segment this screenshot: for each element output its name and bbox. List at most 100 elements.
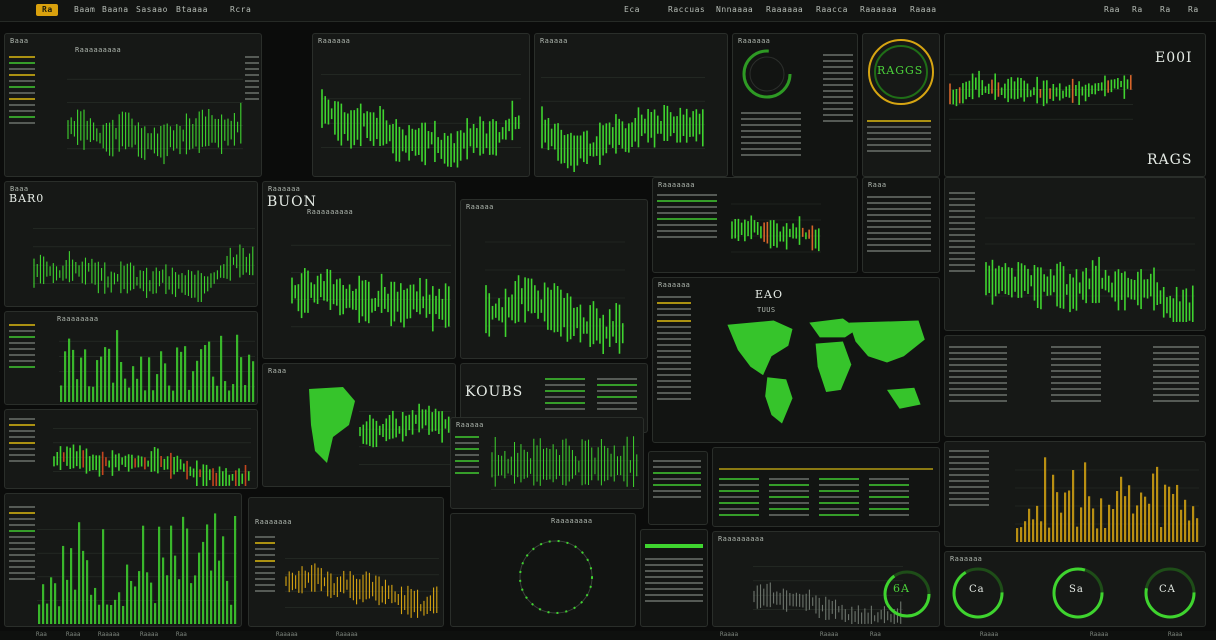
panel-title: Raaaaaaaa [57, 315, 99, 323]
panel-radial[interactable]: RAGGS [862, 33, 940, 177]
menu-item-2[interactable]: Baana [102, 5, 129, 14]
bar-mark [102, 529, 105, 624]
table-column-3 [819, 474, 859, 520]
bar-mark [96, 360, 99, 402]
bar-mark [1196, 518, 1199, 542]
bar-mark [228, 390, 231, 402]
panel-ticker-9[interactable] [944, 177, 1206, 331]
panel-gauges[interactable]: Raaaaaa Ca Sa CA [944, 551, 1206, 627]
status-item: Raaa [66, 631, 81, 638]
panel-ticker-1[interactable]: Baaa Raaaaaaaaa [4, 33, 262, 177]
menu-item-1[interactable]: Baam [74, 5, 95, 14]
menu-item-5[interactable]: Rcra [230, 5, 251, 14]
bar-mark [104, 347, 107, 402]
bar-mark [1032, 519, 1035, 542]
panel-ticker-7[interactable]: Raaaaa [460, 199, 648, 359]
panel-volume-4[interactable] [4, 493, 242, 627]
bar-mark [110, 605, 113, 624]
toolbar-btn-1[interactable]: Raa [1104, 5, 1120, 14]
toolbar-item-1[interactable]: Eca [624, 5, 640, 14]
status-item: Raaaa [980, 631, 999, 638]
menu-item-4[interactable]: Btaaaa [176, 5, 208, 14]
table-column-1 [949, 342, 1007, 406]
panel-ticker-4[interactable]: E00I RAGS [944, 33, 1206, 177]
bar-mark [124, 378, 127, 402]
panel-table[interactable] [944, 335, 1206, 437]
bar-mark [1040, 521, 1043, 542]
toolbar-item-2[interactable]: Raccuas [668, 5, 705, 14]
stats-list-right [823, 50, 853, 126]
bar-mark [60, 385, 63, 402]
progress-bar [645, 544, 703, 548]
panel-table-2[interactable] [712, 447, 940, 527]
bar-mark [180, 351, 183, 402]
bar-mark [198, 552, 201, 624]
panel-ticker-13[interactable]: Raaaaaaa [248, 497, 444, 627]
panel-ticker-3[interactable]: Raaaaa [534, 33, 728, 177]
panel-world-map[interactable]: Raaaaaa EAO TUUS [652, 277, 940, 443]
world-map [727, 318, 925, 424]
bar-mark [62, 545, 65, 624]
bar-mark [204, 345, 207, 402]
toolbar-btn-4[interactable]: Ra [1188, 5, 1199, 14]
panel-list-3[interactable] [640, 529, 708, 627]
panel-ticker-6[interactable]: Raaaaaa BUON Raaaaaaaaa [262, 181, 456, 359]
toolbar-item-5[interactable]: Raacca [816, 5, 848, 14]
bar-mark [136, 378, 139, 402]
bar-mark [236, 334, 239, 402]
dotted-ring-chart [519, 540, 593, 614]
toolbar-btn-2[interactable]: Ra [1132, 5, 1143, 14]
top-toolbar: Ra Baam Baana Sasaao Btaaaa Rcra Eca Rac… [0, 0, 1216, 22]
panel-title: Raaaaaaa [658, 181, 695, 189]
bar-mark [1048, 527, 1051, 542]
bar-mark [130, 580, 133, 624]
bar-mark [1128, 485, 1131, 542]
status-item: Raaaa [720, 631, 739, 638]
toolbar-item-4[interactable]: Raaaaaa [766, 5, 803, 14]
bar-mark [1160, 527, 1163, 542]
panel-ticker-5[interactable]: Baaa BAR0 [4, 181, 258, 307]
bar-mark [152, 390, 155, 402]
panel-ticker-8[interactable]: Raaaaaaa [652, 177, 858, 273]
candle-chart [985, 217, 1195, 322]
bar-mark [134, 586, 137, 624]
panel-subtitle: Raaaaaaaaa [75, 46, 122, 54]
bar-mark [82, 550, 85, 624]
panel-ticker-2[interactable]: Raaaaaa [312, 33, 530, 177]
map-label: EAO [755, 288, 783, 301]
panel-volume-1[interactable]: Raaaaaaaa [4, 311, 258, 405]
bar-mark [146, 572, 149, 624]
bar-mark [160, 351, 163, 402]
panel-ticker-11[interactable]: Raaa [262, 363, 456, 487]
gauge-label: RAGGS [877, 64, 924, 77]
panel-title: Raaaaaa [738, 37, 771, 45]
bar-mark [178, 579, 181, 624]
bar-mark [150, 582, 153, 624]
stats-list [545, 374, 585, 414]
toolbar-item-6[interactable]: Raaaaaa [860, 5, 897, 14]
status-item: Raaaaa [336, 631, 358, 638]
bar-mark [94, 587, 97, 624]
bar-mark [80, 357, 83, 402]
panel-volume-2[interactable]: Raaaaa [450, 417, 644, 509]
menu-item-3[interactable]: Sasaao [136, 5, 168, 14]
bar-mark [78, 522, 81, 624]
panel-list-2[interactable] [648, 451, 708, 525]
bar-mark [112, 382, 115, 402]
toolbar-item-3[interactable]: Nnnaaaa [716, 5, 753, 14]
bar-mark [252, 361, 255, 402]
bar-mark [64, 351, 67, 402]
toolbar-btn-3[interactable]: Ra [1160, 5, 1171, 14]
panel-list[interactable]: Raaa [862, 177, 940, 273]
bar-mark [84, 349, 87, 402]
panel-ticker-14[interactable]: Raaaaaaaaa 6A [712, 531, 940, 627]
toolbar-item-7[interactable]: Raaaa [910, 5, 937, 14]
panel-gauge-list[interactable]: Raaaaaa [732, 33, 858, 177]
bar-mark [176, 347, 179, 402]
panel-radial-2[interactable]: Raaaaaaaa [450, 513, 636, 627]
bar-mark [72, 349, 75, 402]
ticker-label: KOUBS [465, 384, 524, 400]
table-column-1 [719, 474, 759, 520]
panel-ticker-12[interactable] [4, 409, 258, 489]
panel-volume-3[interactable] [944, 441, 1206, 547]
